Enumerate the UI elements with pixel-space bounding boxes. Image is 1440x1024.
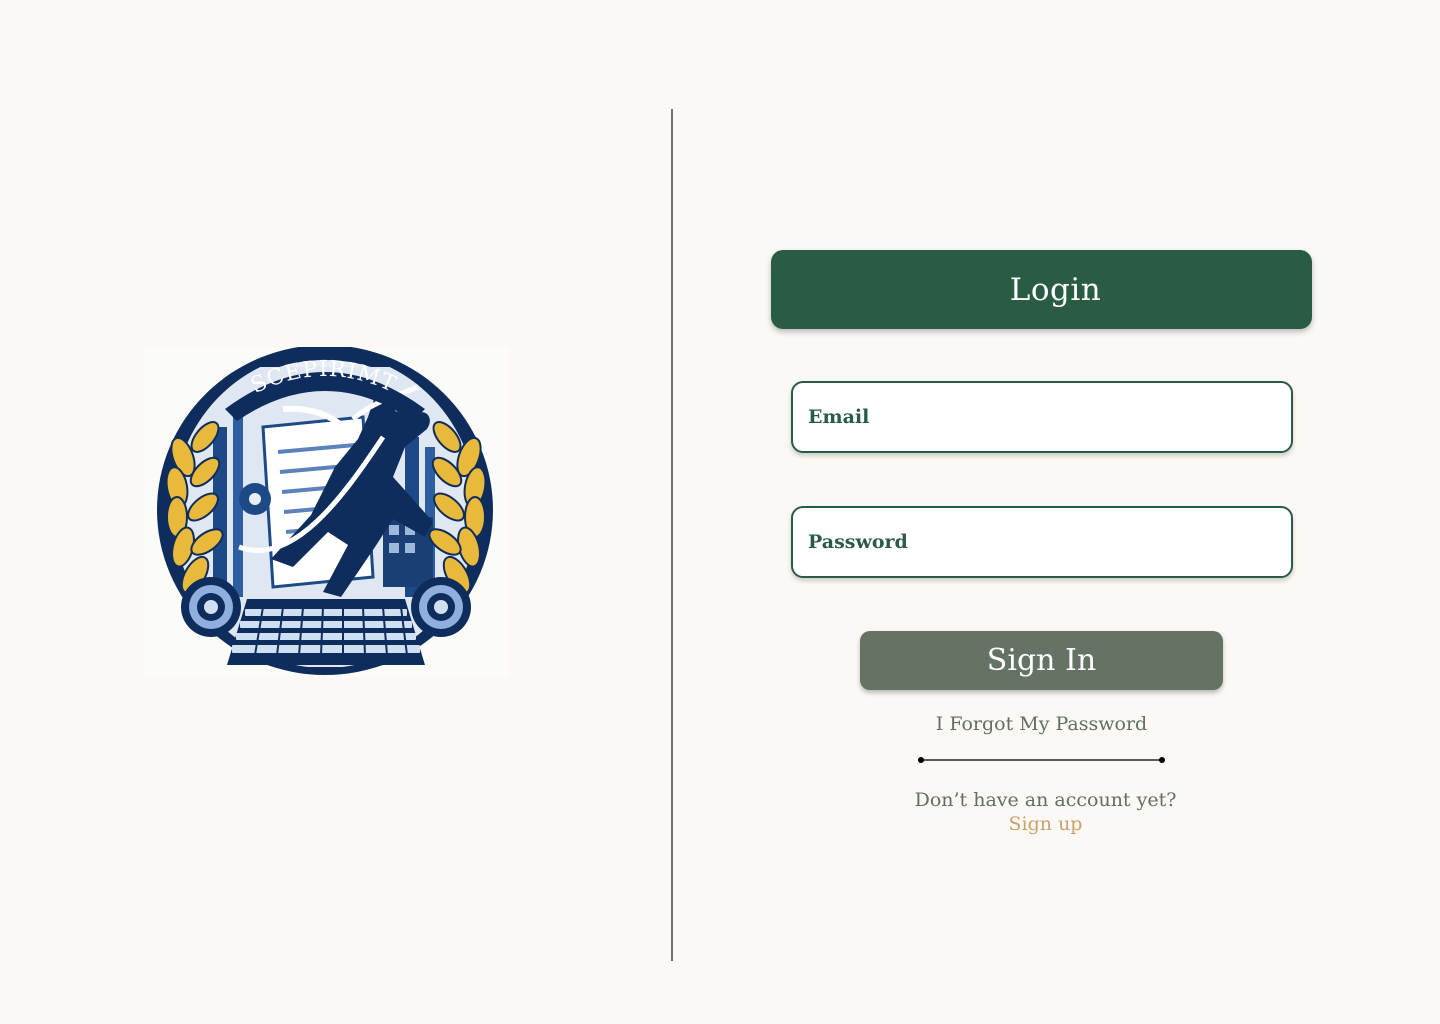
no-account-text: Don’t have an account yet? [914, 789, 1177, 811]
email-field-container [791, 381, 1293, 453]
vertical-divider [671, 109, 673, 961]
password-input[interactable] [793, 508, 1291, 576]
separator-line [921, 759, 1163, 761]
runner-emblem-icon: SCEPIRIMT [157, 347, 493, 675]
separator-dot-left [918, 757, 924, 763]
login-header: Login [771, 250, 1312, 329]
email-input[interactable] [793, 383, 1291, 451]
forgot-password-link[interactable]: I Forgot My Password [860, 713, 1223, 735]
sign-in-button[interactable]: Sign In [860, 631, 1223, 690]
brand-logo: SCEPIRIMT [143, 347, 509, 677]
password-field-container [791, 506, 1293, 578]
login-page: SCEPIRIMT Login Email Sign In I Forgot M… [0, 0, 1440, 1024]
login-title: Login [1009, 271, 1102, 308]
separator-dot-right [1159, 757, 1165, 763]
sign-up-link[interactable]: Sign up [860, 813, 1231, 835]
